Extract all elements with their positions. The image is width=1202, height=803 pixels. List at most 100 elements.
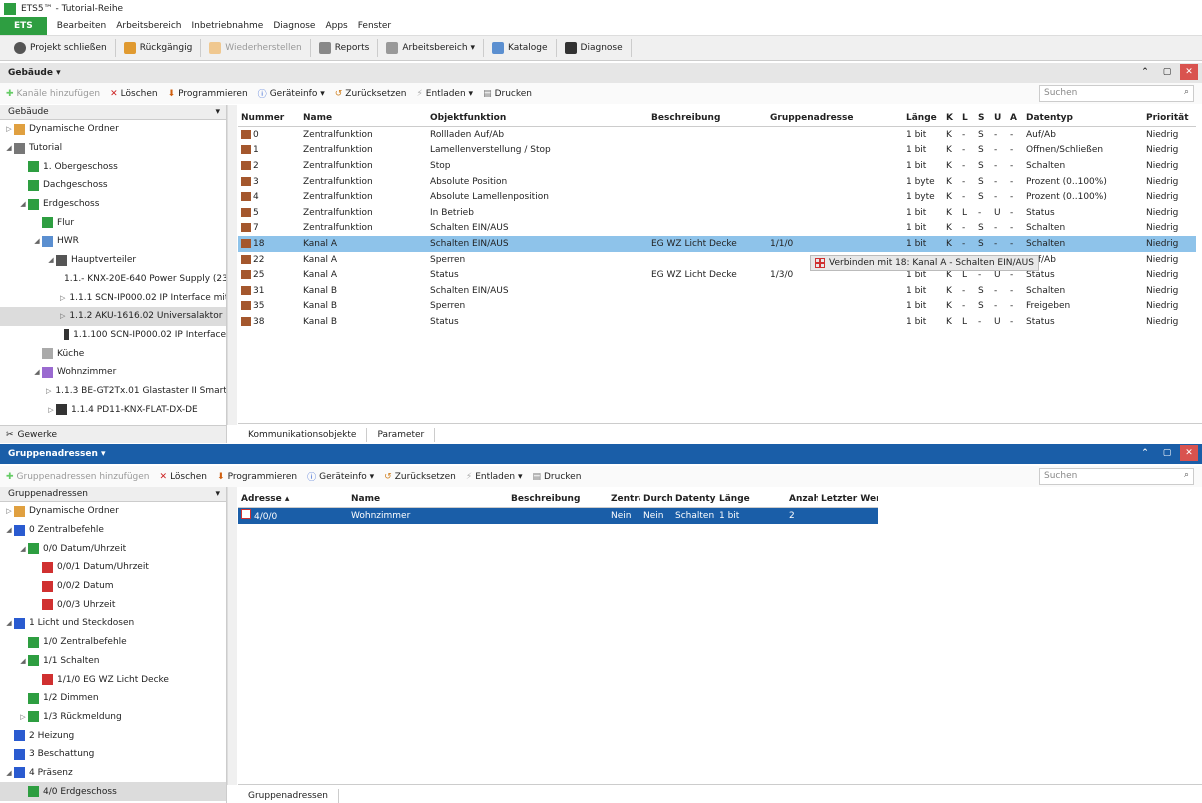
tab-gruppenadressen[interactable]: Gruppenadressen — [238, 789, 339, 803]
maximize-icon[interactable]: ▢ — [1158, 64, 1176, 80]
expand-arrow-icon[interactable]: ▷ — [4, 125, 14, 133]
ga-combo[interactable]: Gruppenadressen ▾ — [0, 487, 226, 502]
table-row[interactable]: 18 Kanal A Schalten EIN/AUS EG WZ Licht Dec… — [238, 236, 1196, 252]
column-header[interactable]: Objektfunktion — [427, 113, 648, 123]
expand-arrow-icon[interactable]: ▷ — [60, 294, 65, 302]
building-combo[interactable]: Gebäude ▾ — [0, 105, 226, 120]
close-project-button[interactable]: Projekt schließen — [6, 39, 116, 57]
diagnose-button[interactable]: Diagnose — [557, 39, 632, 57]
column-header[interactable]: Ü — [991, 113, 1007, 123]
add-channels-button[interactable]: ✚ Kanäle hinzufügen — [6, 89, 100, 99]
tree-item[interactable]: ▷ 1.1.3 BE-GT2Tx.01 Glastaster II Smart m… — [0, 382, 226, 401]
expand-arrow-icon[interactable]: ◢ — [4, 144, 14, 152]
table-row[interactable]: 4/0/0 Wohnzimmer Nein Nein Schalten 1 bit 2 — [238, 508, 878, 524]
tree-item[interactable]: ◢ HWR — [0, 232, 226, 251]
reset-button[interactable]: ↺ Zurücksetzen — [335, 89, 407, 99]
table-row[interactable]: 22Kanal ASperren1 bitK-S--Auf/AbNiedrig — [238, 252, 1196, 268]
catalogs-button[interactable]: Kataloge — [484, 39, 557, 57]
add-group-addresses-button[interactable]: ✚ Gruppenadressen hinzufügen — [6, 472, 150, 482]
print-button[interactable]: ▤ Drucken — [532, 472, 581, 482]
table-row[interactable]: 0 Zentralfunktion Rollladen Auf/Ab 1 bit K - S… — [238, 127, 1196, 143]
column-header[interactable]: Anzah — [786, 494, 818, 504]
tree-item[interactable]: Dachgeschoss — [0, 176, 226, 195]
expand-arrow-icon[interactable]: ◢ — [18, 657, 28, 665]
tree-item[interactable]: 0/0/2 Datum — [0, 577, 226, 596]
expand-arrow-icon[interactable]: ◢ — [18, 200, 28, 208]
table-row[interactable]: 2 Zentralfunktion Stop 1 bit K - S - - Schalten Ni… — [238, 158, 1196, 174]
tree-item[interactable]: ▷ Dynamische Ordner — [0, 120, 226, 139]
unload-button[interactable]: ⚡ Entladen ▾ — [416, 89, 473, 99]
column-header[interactable]: Nummer — [238, 113, 300, 123]
tree-item[interactable]: 1/0 Zentralbefehle — [0, 633, 226, 652]
tree-scrollbar[interactable] — [227, 105, 237, 425]
undo-button[interactable]: Rückgängig — [116, 39, 202, 57]
tree-item[interactable]: ▷ 1.1.2 AKU-1616.02 Universalaktor 16-f..… — [0, 306, 226, 326]
program-button[interactable]: ⬇ Programmieren — [168, 89, 248, 99]
table-row[interactable]: 5 Zentralfunktion In Betrieb 1 bit K L - Ü - Stat… — [238, 205, 1196, 221]
menu-ets[interactable]: ETS — [0, 17, 47, 35]
tree-item[interactable]: 0/0/3 Uhrzeit — [0, 595, 226, 614]
tree-item[interactable]: Küche — [0, 344, 226, 363]
expand-arrow-icon[interactable]: ◢ — [32, 368, 42, 376]
menu-apps[interactable]: Apps — [325, 21, 347, 31]
tree-item[interactable]: 4/0 Erdgeschoss — [0, 782, 226, 801]
column-header[interactable]: Name — [300, 113, 427, 123]
column-header[interactable]: Durch — [640, 494, 672, 504]
ga-panel-title[interactable]: Gruppenadressen ▾ — [8, 449, 106, 459]
menu-diagnose[interactable]: Diagnose — [273, 21, 315, 31]
expand-arrow-icon[interactable]: ▷ — [4, 507, 14, 515]
expand-arrow-icon[interactable]: ▷ — [60, 312, 65, 320]
table-row[interactable]: 4 Zentralfunktion Absolute Lamellenpositio… — [238, 189, 1196, 205]
column-header[interactable]: Beschreibung — [508, 494, 608, 504]
expand-arrow-icon[interactable]: ◢ — [32, 237, 42, 245]
reset-button[interactable]: ↺ Zurücksetzen — [384, 472, 456, 482]
tree-item[interactable]: Flur — [0, 213, 226, 232]
tree-item[interactable]: ◢ 4 Präsenz — [0, 764, 226, 783]
column-header[interactable]: Name — [348, 494, 508, 504]
table-row[interactable]: 35 Kanal B Sperren 1 bit K - S - - Freigeben Niedr… — [238, 299, 1196, 315]
expand-arrow-icon[interactable]: ▷ — [18, 713, 28, 721]
menu-bearbeiten[interactable]: Bearbeiten — [57, 21, 106, 31]
table-row[interactable]: 7 Zentralfunktion Schalten EIN/AUS 1 bit K - S… — [238, 221, 1196, 237]
building-panel-title[interactable]: Gebäude ▾ — [8, 68, 61, 78]
column-header[interactable]: Gruppenadresse — [767, 113, 903, 123]
expand-arrow-icon[interactable]: ▷ — [46, 387, 51, 395]
collapse-icon[interactable]: ⌃ — [1136, 445, 1154, 461]
unload-button[interactable]: ⚡ Entladen ▾ — [466, 472, 523, 482]
column-header[interactable]: Datentyp — [1023, 113, 1143, 123]
table-row[interactable]: 1 Zentralfunktion Lamellenverstellung / St… — [238, 143, 1196, 159]
device-info-button[interactable]: ⓘ Geräteinfo ▾ — [258, 87, 325, 101]
column-header[interactable]: Länge — [716, 494, 786, 504]
expand-arrow-icon[interactable]: ◢ — [4, 769, 14, 777]
tree-item[interactable]: ▷ Dynamische Ordner — [0, 502, 226, 521]
tree-item[interactable]: 1.1.- KNX-20E-640 Power Supply (230... — [0, 270, 226, 289]
menu-arbeitsbereich[interactable]: Arbeitsbereich — [116, 21, 181, 31]
print-button[interactable]: ▤ Drucken — [483, 89, 532, 99]
menu-inbetriebnahme[interactable]: Inbetriebnahme — [192, 21, 264, 31]
tree-item[interactable]: 1.1.100 SCN-IP000.02 IP Interface — [0, 326, 226, 345]
device-info-button[interactable]: ⓘ Geräteinfo ▾ — [307, 470, 374, 484]
delete-button[interactable]: ✕ Löschen — [160, 472, 208, 482]
column-header[interactable]: K — [943, 113, 959, 123]
expand-arrow-icon[interactable]: ◢ — [4, 619, 14, 627]
tab-parameter[interactable]: Parameter — [367, 428, 436, 442]
close-icon[interactable]: ✕ — [1180, 445, 1198, 461]
column-header[interactable]: L — [959, 113, 975, 123]
tree-item[interactable]: 1/1/0 EG WZ Licht Decke — [0, 670, 226, 689]
tree-item[interactable]: ◢ 0/0 Datum/Uhrzeit — [0, 539, 226, 558]
tree-item[interactable]: ◢ Tutorial — [0, 139, 226, 158]
tree-item[interactable]: ◢ Wohnzimmer — [0, 363, 226, 382]
expand-arrow-icon[interactable]: ◢ — [46, 256, 56, 264]
column-header[interactable]: Datentyp — [672, 494, 716, 504]
tree-item[interactable]: ◢ Hauptverteiler — [0, 251, 226, 270]
table-row[interactable]: 38 Kanal B Status 1 bit K L - Ü - Status Niedrig — [238, 314, 1196, 330]
tab-kommunikationsobjekte[interactable]: Kommunikationsobjekte — [238, 428, 368, 442]
tree-scrollbar[interactable] — [227, 487, 237, 785]
column-header[interactable]: Beschreibung — [648, 113, 767, 123]
tree-item[interactable]: ▷ 1.1.4 PD11-KNX-FLAT-DX-DE — [0, 400, 226, 419]
close-icon[interactable]: ✕ — [1180, 64, 1198, 80]
collapse-icon[interactable]: ⌃ — [1136, 64, 1154, 80]
table-row[interactable]: 31 Kanal B Schalten EIN/AUS 1 bit K - S - - Schal… — [238, 283, 1196, 299]
column-header[interactable]: Letzter Wert — [818, 494, 878, 504]
table-row[interactable]: 25 Kanal A Status EG WZ Licht Decke 1/3/0 1 b… — [238, 267, 1196, 283]
